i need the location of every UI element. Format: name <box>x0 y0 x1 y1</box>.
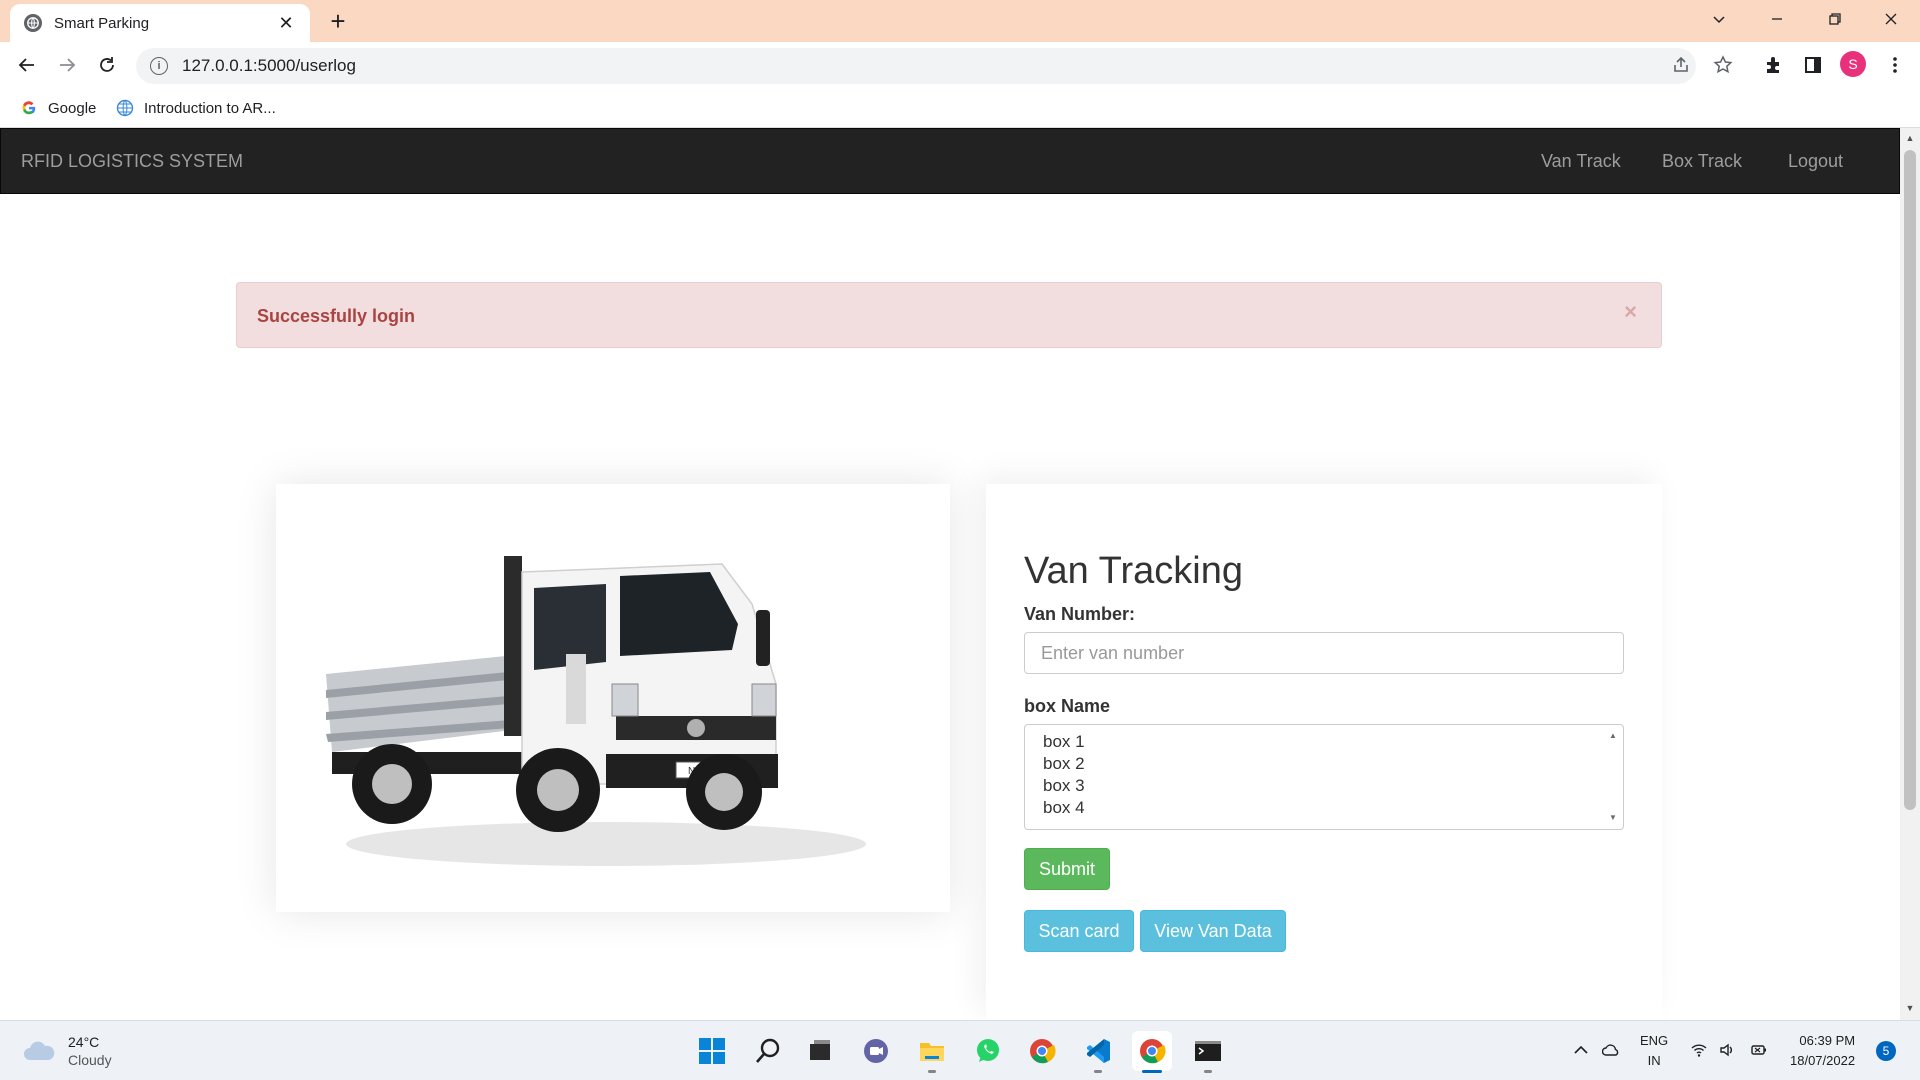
browser-toolbar: i 127.0.0.1:5000/userlog S <box>0 42 1920 88</box>
running-indicator <box>928 1070 936 1073</box>
browser-tab-strip: Smart Parking ✕ + <box>0 0 1920 42</box>
bookmark-star-icon[interactable] <box>1708 50 1738 80</box>
teams-chat-icon[interactable] <box>856 1031 896 1071</box>
clock-time: 06:39 PM <box>1799 1033 1856 1048</box>
success-alert: Successfully login × <box>236 282 1662 348</box>
forward-button[interactable] <box>52 50 82 80</box>
clock-date: 18/07/2022 <box>1790 1053 1856 1068</box>
bookmark-label: Introduction to AR... <box>144 99 276 117</box>
profile-avatar[interactable]: S <box>1840 51 1866 77</box>
nav-link-logout[interactable]: Logout <box>1788 151 1843 172</box>
running-indicator <box>1094 1070 1102 1073</box>
language-indicator[interactable]: ENG IN <box>1640 1031 1668 1071</box>
nav-link-van-track[interactable]: Van Track <box>1541 151 1621 172</box>
box-option[interactable]: box 1 <box>1043 731 1605 753</box>
alert-close-icon[interactable]: × <box>1624 301 1637 323</box>
tab-search-icon[interactable] <box>1690 0 1748 38</box>
form-title: Van Tracking <box>1024 550 1243 592</box>
alert-message: Successfully login <box>257 306 416 326</box>
running-indicator <box>1142 1070 1162 1073</box>
chrome-icon[interactable] <box>1022 1031 1062 1071</box>
search-icon[interactable] <box>748 1031 788 1071</box>
file-explorer-icon[interactable] <box>912 1031 952 1073</box>
weather-widget[interactable]: 24°C Cloudy <box>22 1033 112 1069</box>
vscode-icon[interactable] <box>1078 1031 1118 1073</box>
reload-button[interactable] <box>92 50 122 80</box>
onedrive-icon[interactable] <box>1600 1039 1622 1061</box>
browser-tab[interactable]: Smart Parking ✕ <box>10 4 310 42</box>
van-image-card: NT400 <box>276 484 950 912</box>
terminal-icon[interactable] <box>1188 1031 1228 1073</box>
chevron-up-icon[interactable] <box>1570 1039 1592 1061</box>
whatsapp-icon[interactable] <box>968 1031 1008 1071</box>
navbar-brand[interactable]: RFID LOGISTICS SYSTEM <box>21 151 243 172</box>
weather-temp: 24°C <box>68 1034 100 1050</box>
box-option[interactable]: box 3 <box>1043 775 1605 797</box>
windows-taskbar: 24°C Cloudy ENG IN 06:39 PM 18/07/2022 5 <box>0 1020 1920 1080</box>
scroll-up-icon[interactable]: ▲ <box>1904 132 1916 144</box>
tab-close-icon[interactable]: ✕ <box>276 13 296 33</box>
weather-desc: Cloudy <box>68 1052 112 1068</box>
globe-icon <box>24 14 42 32</box>
globe-icon <box>116 99 134 117</box>
scroll-up-icon[interactable]: ▲ <box>1609 731 1617 740</box>
site-navbar: RFID LOGISTICS SYSTEM Van Track Box Trac… <box>0 128 1900 194</box>
wifi-icon[interactable] <box>1688 1039 1710 1061</box>
menu-icon[interactable] <box>1880 50 1910 80</box>
box-name-select[interactable]: box 1 box 2 box 3 box 4 ▲ ▼ <box>1024 724 1624 830</box>
scroll-down-icon[interactable]: ▼ <box>1904 1002 1916 1014</box>
truck-image: NT400 <box>326 556 866 866</box>
bookmarks-bar: Google Introduction to AR... <box>0 88 1920 128</box>
url-text: 127.0.0.1:5000/userlog <box>182 56 356 75</box>
start-icon[interactable] <box>692 1031 732 1071</box>
scan-card-button[interactable]: Scan card <box>1024 910 1134 952</box>
minimize-button[interactable] <box>1748 0 1806 38</box>
notification-badge[interactable]: 5 <box>1876 1041 1896 1061</box>
share-icon[interactable] <box>1666 50 1696 80</box>
side-panel-icon[interactable] <box>1798 50 1828 80</box>
back-button[interactable] <box>12 50 42 80</box>
battery-icon[interactable] <box>1748 1039 1770 1061</box>
extensions-icon[interactable] <box>1758 50 1788 80</box>
bookmark-label: Google <box>48 99 97 117</box>
volume-icon[interactable] <box>1716 1039 1738 1061</box>
box-option[interactable]: box 2 <box>1043 753 1605 775</box>
page-viewport: RFID LOGISTICS SYSTEM Van Track Box Trac… <box>0 128 1900 1020</box>
cloud-icon <box>24 1041 55 1060</box>
region-code: IN <box>1647 1053 1661 1068</box>
van-number-input[interactable] <box>1024 632 1624 674</box>
system-clock[interactable]: 06:39 PM 18/07/2022 <box>1790 1031 1855 1071</box>
restore-button[interactable] <box>1806 0 1864 38</box>
bookmark-introduction[interactable]: Introduction to AR... <box>116 96 276 120</box>
nav-link-box-track[interactable]: Box Track <box>1662 151 1742 172</box>
box-name-label: box Name <box>1024 696 1111 716</box>
language-code: ENG <box>1640 1033 1669 1048</box>
close-window-button[interactable] <box>1862 0 1920 38</box>
new-tab-button[interactable]: + <box>324 8 352 36</box>
running-indicator <box>1204 1070 1212 1073</box>
scroll-down-icon[interactable]: ▼ <box>1609 813 1617 822</box>
site-info-icon[interactable]: i <box>150 57 168 75</box>
chrome-active-icon[interactable] <box>1132 1031 1172 1073</box>
van-tracking-form: Van Tracking Van Number: box Name box 1 … <box>986 484 1662 1020</box>
tab-title: Smart Parking <box>54 14 150 32</box>
bookmark-google[interactable]: Google <box>20 96 96 120</box>
google-icon <box>20 99 38 117</box>
box-option[interactable]: box 4 <box>1043 797 1605 819</box>
select-scrollbar[interactable]: ▲ ▼ <box>1607 727 1621 827</box>
task-view-icon[interactable] <box>800 1031 840 1071</box>
van-number-label: Van Number: <box>1024 604 1136 624</box>
submit-button[interactable]: Submit <box>1024 848 1110 890</box>
view-van-data-button[interactable]: View Van Data <box>1140 910 1286 952</box>
page-scrollbar[interactable]: ▲ ▼ <box>1900 128 1920 1020</box>
address-bar[interactable]: i 127.0.0.1:5000/userlog <box>136 48 1696 84</box>
scrollbar-thumb[interactable] <box>1904 150 1916 810</box>
